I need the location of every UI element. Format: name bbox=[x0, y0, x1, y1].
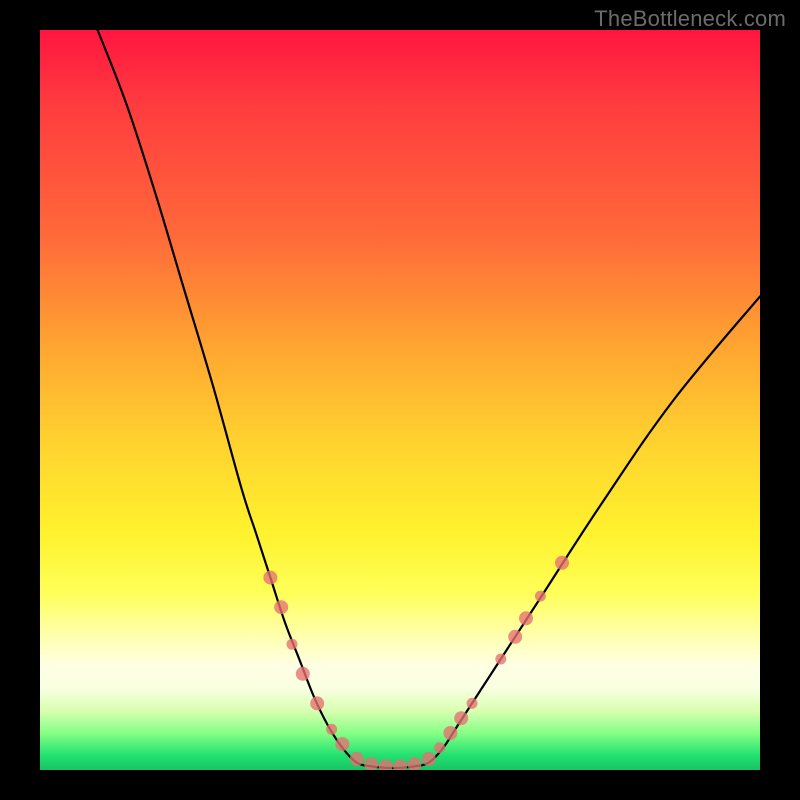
data-marker bbox=[555, 556, 569, 570]
data-marker bbox=[335, 737, 349, 751]
bottleneck-curve bbox=[98, 30, 760, 768]
data-marker bbox=[407, 757, 421, 770]
data-marker bbox=[379, 759, 393, 770]
data-marker bbox=[393, 759, 407, 770]
chart-svg bbox=[40, 30, 760, 770]
data-marker bbox=[508, 630, 522, 644]
data-marker bbox=[326, 724, 337, 735]
data-marker bbox=[274, 600, 288, 614]
marker-group bbox=[263, 556, 569, 770]
data-marker bbox=[310, 696, 324, 710]
data-marker bbox=[454, 711, 468, 725]
data-marker bbox=[519, 611, 533, 625]
data-marker bbox=[263, 571, 277, 585]
chart-frame: TheBottleneck.com bbox=[0, 0, 800, 800]
data-marker bbox=[467, 698, 478, 709]
data-marker bbox=[443, 726, 457, 740]
data-marker bbox=[535, 591, 546, 602]
data-marker bbox=[287, 639, 298, 650]
data-marker bbox=[296, 667, 310, 681]
data-marker bbox=[422, 752, 436, 766]
data-marker bbox=[364, 757, 378, 770]
data-marker bbox=[434, 742, 445, 753]
watermark-text: TheBottleneck.com bbox=[594, 6, 786, 32]
data-marker bbox=[350, 752, 364, 766]
data-marker bbox=[495, 654, 506, 665]
plot-area bbox=[40, 30, 760, 770]
